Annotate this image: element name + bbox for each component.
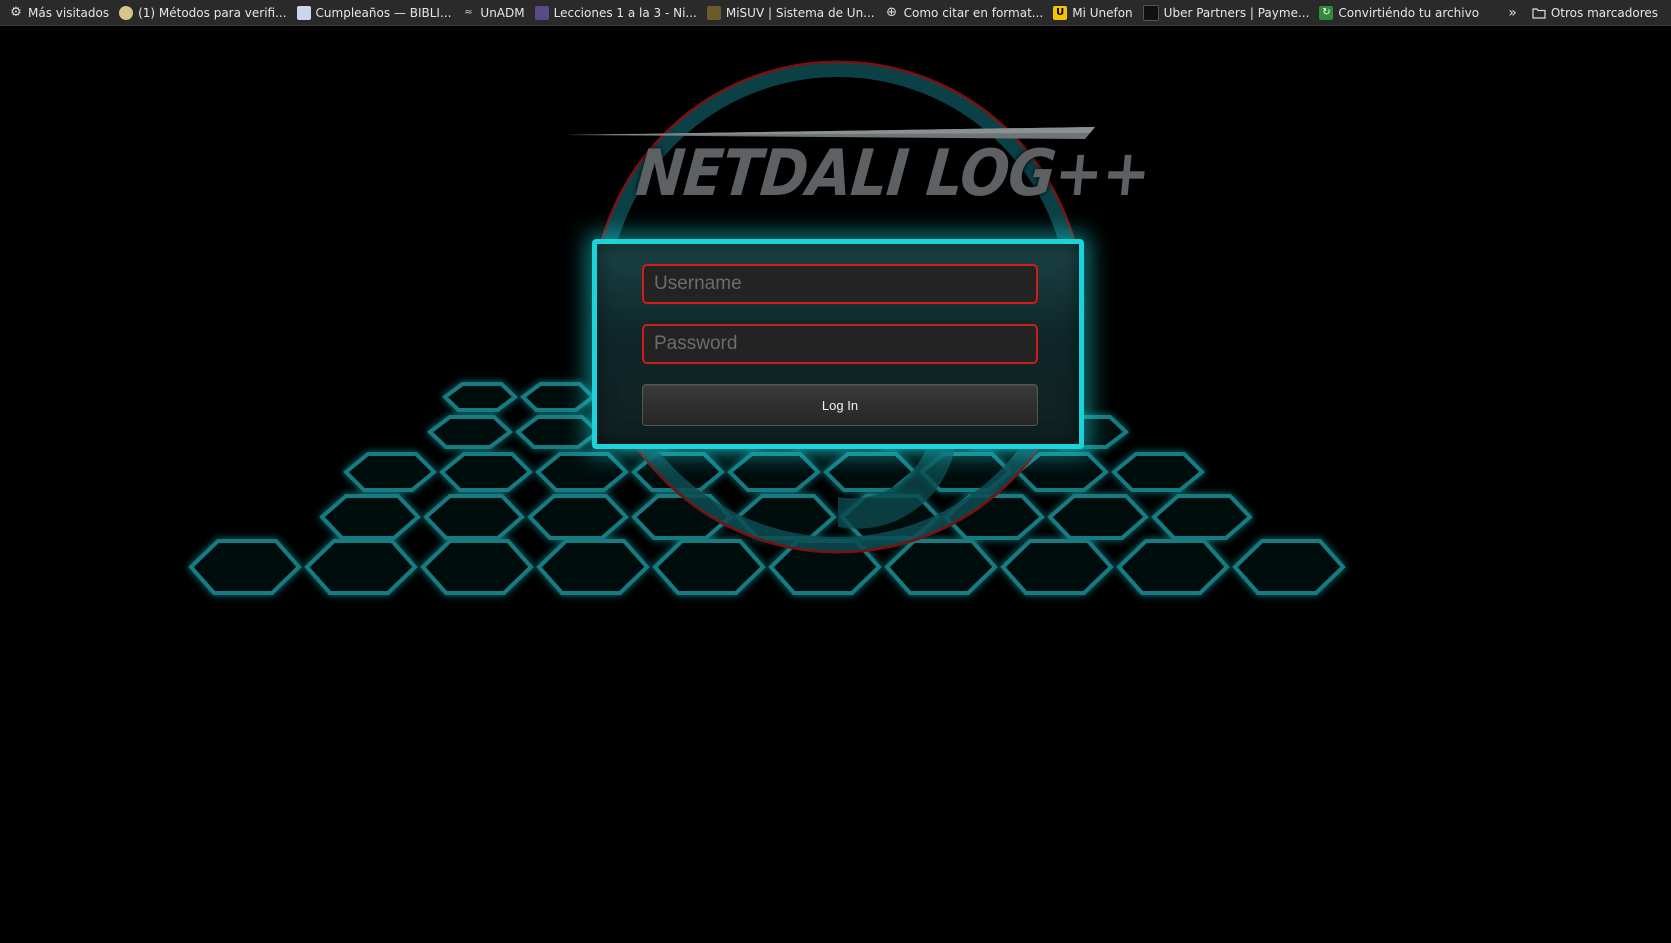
page-icon: ≈ (464, 7, 473, 18)
bookmark-label: MiSUV | Sistema de Un... (725, 5, 875, 20)
hexagon-tile (426, 415, 514, 449)
hexagon-tile (514, 415, 602, 449)
bookmark-label: Cumpleaños — BIBLI... (315, 5, 452, 20)
bookmark-misuv[interactable]: MiSUV | Sistema de Un... (702, 0, 880, 26)
hexagon-tile (420, 539, 534, 595)
bookmarks-toolbar: ⚙ Más visitados (1) Métodos para verifi.… (0, 0, 1671, 26)
page-icon (706, 5, 721, 20)
bookmark-uber[interactable]: Uber Partners | Payme... (1138, 0, 1315, 26)
gear-icon: ⚙ (10, 5, 22, 20)
convert-icon: ↻ (1319, 5, 1334, 20)
hexagon-tile (519, 382, 597, 412)
hexagon-tile (439, 452, 533, 492)
page-icon (534, 5, 549, 20)
bookmark-unadm[interactable]: ≈ UnADM (456, 0, 529, 26)
login-button[interactable]: Log In (642, 384, 1038, 426)
bookmark-label: Lecciones 1 a la 3 - Ni... (553, 5, 697, 20)
bookmark-label: (1) Métodos para verifi... (138, 5, 287, 20)
hexagon-tile (1151, 494, 1253, 540)
password-input[interactable] (642, 324, 1038, 364)
login-page: NETDALI LOG++ Log In (0, 27, 1671, 943)
bookmark-metodos[interactable]: (1) Métodos para verifi... (114, 0, 291, 26)
bookmark-label: Convirtiéndo tu archivo (1338, 5, 1480, 20)
bookmark-cumpleanos[interactable]: Cumpleaños — BIBLI... (292, 0, 457, 26)
hexagon-tile (188, 539, 302, 595)
username-input[interactable] (642, 264, 1038, 304)
folder-icon (1532, 6, 1546, 20)
bookmark-convirtiendo[interactable]: ↻ Convirtiéndo tu archivo (1314, 0, 1484, 26)
bookmark-como-citar[interactable]: ⊕ Como citar en format... (880, 0, 1049, 26)
hexagon-tile (1111, 452, 1205, 492)
login-panel: Log In (592, 239, 1084, 449)
unefon-icon: U (1053, 5, 1068, 20)
hexagon-tile (1000, 539, 1114, 595)
bookmark-lecciones[interactable]: Lecciones 1 a la 3 - Ni... (530, 0, 702, 26)
hexagon-tile (319, 494, 421, 540)
hexagon-tile (1116, 539, 1230, 595)
uber-icon (1142, 4, 1159, 21)
page-icon (119, 5, 134, 20)
hexagon-tile (727, 452, 821, 492)
page-icon (296, 5, 311, 20)
bookmarks-right: » Otros marcadores (1508, 0, 1663, 26)
hexagon-tile (652, 539, 766, 595)
bookmark-label: Uber Partners | Payme... (1163, 5, 1310, 20)
hexagon-tile (304, 539, 418, 595)
hexagon-tile (536, 539, 650, 595)
globe-icon: ⊕ (886, 5, 898, 20)
bookmark-label: Como citar en format... (903, 5, 1044, 20)
bookmark-label: UnADM (480, 5, 525, 20)
bookmark-label: Más visitados (28, 5, 110, 20)
bookmark-mas-visitados[interactable]: ⚙ Más visitados (4, 0, 114, 26)
hexagon-tile (527, 494, 629, 540)
logo-text: NETDALI LOG++ (633, 137, 1154, 211)
bookmark-label: Mi Unefon (1072, 5, 1133, 20)
hexagon-tile (535, 452, 629, 492)
hexagon-tile (1047, 494, 1149, 540)
bookmark-mi-unefon[interactable]: U Mi Unefon (1048, 0, 1137, 26)
chevron-double-right-icon[interactable]: » (1508, 5, 1517, 21)
hexagon-tile (423, 494, 525, 540)
hexagon-tile (884, 539, 998, 595)
hexagon-tile (1232, 539, 1346, 595)
hexagon-tile (343, 452, 437, 492)
bookmark-otros-marcadores[interactable]: Otros marcadores (1527, 0, 1663, 26)
bookmark-label: Otros marcadores (1550, 6, 1658, 20)
hexagon-tile (441, 382, 519, 412)
